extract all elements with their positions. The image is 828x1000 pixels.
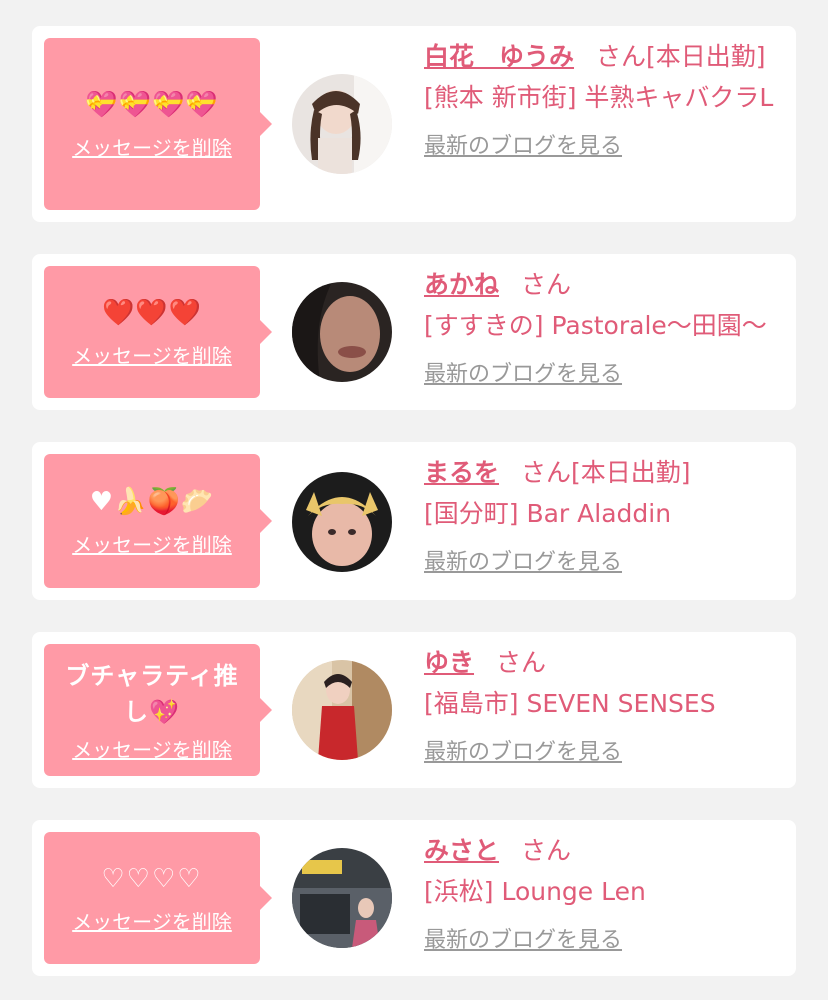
message-text: 💝💝💝💝 (85, 89, 219, 120)
avatar[interactable] (292, 472, 392, 572)
delete-message-link[interactable]: メッセージを削除 (72, 906, 232, 935)
honorific-status: さん (496, 648, 547, 677)
cast-name-link[interactable]: ゆき (424, 648, 474, 677)
favorite-card: ブチャラティ推し💖 メッセージを削除 ゆき さん [福島市] SEVEN SENS… (32, 632, 796, 788)
honorific-status: さん[本日出勤] (596, 42, 766, 71)
name-line: あかね さん (424, 268, 782, 302)
cast-info: 白花 ゆうみ さん[本日出勤] [熊本 新市街] 半熟キャバクラL 最新のブログを… (424, 40, 782, 160)
cast-name-link[interactable]: 白花 ゆうみ (424, 42, 574, 71)
message-bubble: ❤️❤️❤️ メッセージを削除 (44, 266, 272, 398)
avatar-photo-icon (292, 848, 392, 948)
message-bubble: 💝💝💝💝 メッセージを削除 (44, 38, 272, 210)
cast-name-link[interactable]: みさと (424, 836, 499, 865)
name-line: みさと さん (424, 834, 782, 868)
favorite-card: ♥︎🍌🍑🥟 メッセージを削除 まるを さん[本日出勤] [国分町] Bar Ala… (32, 442, 796, 600)
latest-blog-link[interactable]: 最新のブログを見る (424, 734, 622, 766)
honorific-status: さん[本日出勤] (521, 458, 691, 487)
favorite-card: ♡♡♡♡ メッセージを削除 みさと さん [浜松] Lounge Len 最新のブ… (32, 820, 796, 976)
cast-name-link[interactable]: あかね (424, 270, 499, 299)
favorite-card: 💝💝💝💝 メッセージを削除 白花 ゆうみ さん[本日出勤] [熊本 新市街] 半熟… (32, 26, 796, 222)
message-text: ♡♡♡♡ (101, 863, 203, 894)
cast-name-link[interactable]: まるを (424, 458, 499, 487)
cast-info: まるを さん[本日出勤] [国分町] Bar Aladdin 最新のブログを見る (424, 456, 782, 576)
message-text: ❤️❤️❤️ (101, 297, 203, 328)
latest-blog-link[interactable]: 最新のブログを見る (424, 544, 622, 576)
favorites-list: 💝💝💝💝 メッセージを削除 白花 ゆうみ さん[本日出勤] [熊本 新市街] 半熟… (0, 0, 828, 1000)
honorific-status: さん (521, 270, 572, 299)
avatar[interactable] (292, 282, 392, 382)
delete-message-link[interactable]: メッセージを削除 (72, 734, 232, 763)
avatar[interactable] (292, 848, 392, 948)
avatar[interactable] (292, 74, 392, 174)
delete-message-link[interactable]: メッセージを削除 (72, 132, 232, 161)
cast-info: あかね さん [すすきの] Pastorale〜田園〜 最新のブログを見る (424, 268, 782, 388)
shop-name: [すすきの] Pastorale〜田園〜 (424, 311, 767, 340)
latest-blog-link[interactable]: 最新のブログを見る (424, 356, 622, 388)
delete-message-link[interactable]: メッセージを削除 (72, 529, 232, 558)
message-bubble: ブチャラティ推し💖 メッセージを削除 (44, 644, 272, 776)
shop-name: [福島市] SEVEN SENSES (424, 689, 716, 718)
avatar-photo-icon (292, 472, 392, 572)
name-line: ゆき さん (424, 646, 782, 680)
avatar-photo-icon (292, 660, 392, 760)
message-bubble: ♡♡♡♡ メッセージを削除 (44, 832, 272, 964)
avatar[interactable] (292, 660, 392, 760)
name-line: まるを さん[本日出勤] (424, 456, 782, 490)
avatar-photo-icon (292, 282, 392, 382)
message-text: ♥︎🍌🍑🥟 (89, 486, 215, 517)
cast-info: みさと さん [浜松] Lounge Len 最新のブログを見る (424, 834, 782, 954)
honorific-status: さん (521, 836, 572, 865)
shop-name: [国分町] Bar Aladdin (424, 499, 672, 528)
latest-blog-link[interactable]: 最新のブログを見る (424, 128, 622, 160)
shop-name: [熊本 新市街] 半熟キャバクラL (424, 83, 774, 112)
message-bubble: ♥︎🍌🍑🥟 メッセージを削除 (44, 454, 272, 588)
shop-name: [浜松] Lounge Len (424, 877, 646, 906)
name-line: 白花 ゆうみ さん[本日出勤] (424, 40, 782, 74)
message-text: ブチャラティ推し💖 (65, 661, 239, 726)
favorite-card: ❤️❤️❤️ メッセージを削除 あかね さん [すすきの] Pastorale〜田… (32, 254, 796, 410)
delete-message-link[interactable]: メッセージを削除 (72, 340, 232, 369)
cast-info: ゆき さん [福島市] SEVEN SENSES 最新のブログを見る (424, 646, 782, 766)
latest-blog-link[interactable]: 最新のブログを見る (424, 922, 622, 954)
avatar-photo-icon (292, 74, 392, 174)
